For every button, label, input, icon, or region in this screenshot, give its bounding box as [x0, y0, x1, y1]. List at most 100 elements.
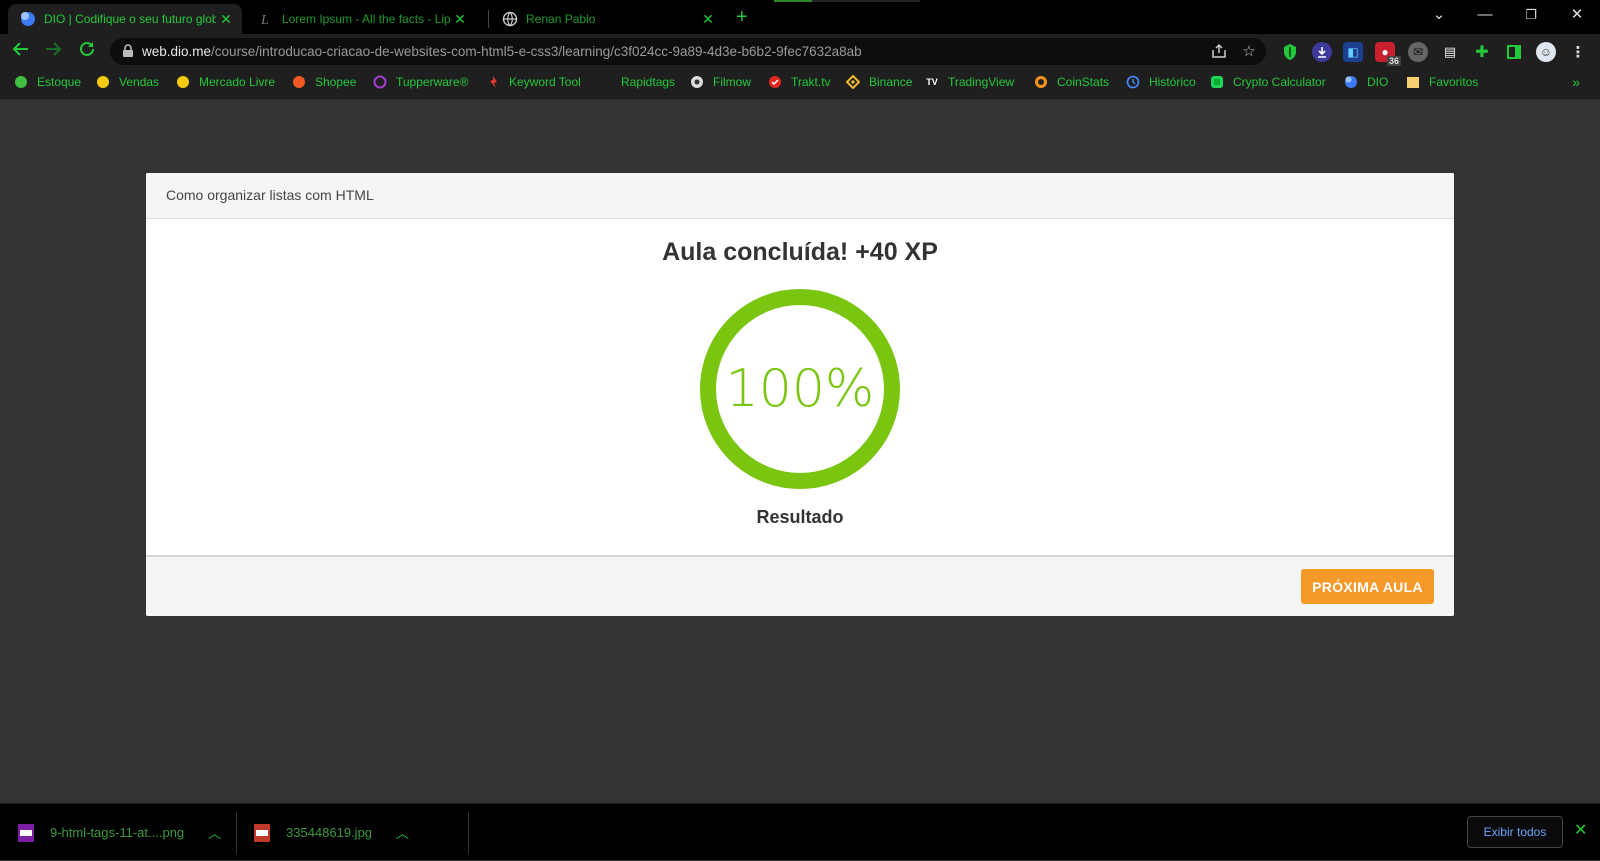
tab-lipsum[interactable]: L Lorem Ipsum - All the facts - Lip ✕ — [246, 4, 476, 34]
bookmark-filmow[interactable]: Filmow — [690, 75, 751, 89]
lipsum-icon: L — [258, 11, 274, 27]
bookmark-trakt[interactable]: Trakt.tv — [768, 75, 831, 89]
bookmark-label: Histórico — [1149, 75, 1196, 89]
yellow-circle-icon — [96, 75, 110, 89]
bookmark-label: Filmow — [713, 75, 751, 89]
bookmark-label: DIO — [1367, 75, 1389, 89]
downloads-bar: 9-html-tags-11-at....png ︿ 335448619.jpg… — [0, 803, 1600, 860]
share-icon[interactable] — [1210, 43, 1228, 61]
minimize-button[interactable]: — — [1462, 4, 1508, 26]
counter-extension-icon[interactable]: ● 36 — [1375, 42, 1401, 66]
tab-strip: DIO | Codifique o seu futuro glob ✕ L Lo… — [0, 0, 1600, 34]
close-tab-icon[interactable]: ✕ — [698, 11, 718, 28]
keyword-tool-icon — [486, 75, 500, 89]
tab-title: Lorem Ipsum - All the facts - Lip — [282, 12, 450, 26]
bookmark-binance[interactable]: Binance — [846, 75, 912, 89]
bookmark-vendas[interactable]: Vendas — [96, 75, 159, 89]
restore-button[interactable]: ❐ — [1508, 4, 1554, 26]
bookmark-label: Estoque — [37, 75, 82, 89]
bookmark-coinstats[interactable]: CoinStats — [1034, 75, 1109, 89]
sidebar-icon[interactable] — [1504, 42, 1524, 62]
bookmark-shopee[interactable]: Shopee — [292, 75, 356, 89]
crypto-calc-icon — [1210, 75, 1224, 89]
extensions-puzzle-icon[interactable]: ✚ — [1472, 42, 1492, 62]
close-tab-icon[interactable]: ✕ — [216, 11, 236, 28]
download-filename: 9-html-tags-11-at....png — [50, 825, 185, 840]
bookmark-label: CoinStats — [1057, 75, 1110, 89]
chevron-up-icon[interactable]: ︿ — [396, 823, 409, 842]
tab-indicator — [774, 0, 812, 2]
close-window-button[interactable]: ✕ — [1554, 4, 1600, 26]
shield-extension-icon[interactable] — [1280, 42, 1300, 62]
bookmark-label: Rapidtags — [621, 75, 676, 89]
bookmark-crypto-calculator[interactable]: Crypto Calculator — [1210, 75, 1326, 89]
download-item[interactable]: 335448619.jpg ︿ — [254, 804, 409, 861]
download-extension-icon[interactable] — [1312, 42, 1332, 62]
forward-button[interactable] — [42, 40, 64, 62]
dio-icon — [20, 11, 36, 27]
new-tab-button[interactable]: + — [736, 6, 748, 28]
tab-title: Renan Pablo — [526, 12, 596, 26]
chevron-double-right-icon[interactable]: » — [1572, 74, 1580, 90]
next-lesson-button[interactable]: PRÓXIMA AULA — [1301, 569, 1434, 604]
yellow-circle-icon — [176, 75, 190, 89]
close-downloads-icon[interactable]: ✕ — [1574, 820, 1587, 840]
lock-icon[interactable] — [122, 44, 136, 58]
url-path: /course/introducao-criacao-de-websites-c… — [211, 44, 862, 59]
bookmark-estoque[interactable]: Estoque — [14, 75, 81, 89]
url-text[interactable]: web.dio.me/course/introducao-criacao-de-… — [142, 44, 862, 59]
folder-icon — [1406, 75, 1420, 89]
binance-icon — [846, 75, 860, 89]
bookmark-tupperware[interactable]: Tupperware® — [373, 75, 468, 89]
download-separator — [468, 812, 469, 854]
tab-indicator — [812, 0, 920, 2]
browser-toolbar: web.dio.me/course/introducao-criacao-de-… — [0, 34, 1600, 68]
close-tab-icon[interactable]: ✕ — [450, 11, 470, 28]
orange-circle-icon — [292, 75, 306, 89]
bookmark-star-icon[interactable]: ☆ — [1240, 43, 1258, 61]
bookmark-historico[interactable]: Histórico — [1126, 75, 1196, 89]
green-circle-icon — [14, 75, 28, 89]
show-all-downloads-button[interactable]: Exibir todos — [1467, 816, 1563, 848]
blank-icon — [598, 75, 612, 89]
history-icon — [1126, 75, 1140, 89]
bookmark-label: Shopee — [315, 75, 357, 89]
bookmark-label: Tupperware® — [396, 75, 469, 89]
dio-icon — [1344, 75, 1358, 89]
bookmark-favoritos[interactable]: Favoritos — [1406, 75, 1478, 89]
lesson-footer: PRÓXIMA AULA — [146, 555, 1454, 616]
mask-extension-icon[interactable]: ✉ — [1408, 42, 1428, 62]
filmow-icon — [690, 75, 704, 89]
menu-kebab-icon[interactable]: ⋮ — [1568, 42, 1588, 62]
profile-avatar-icon[interactable]: ☺ — [1536, 42, 1556, 62]
back-button[interactable] — [10, 40, 32, 62]
chevron-up-icon[interactable]: ︿ — [208, 823, 221, 842]
svg-text:L: L — [260, 13, 269, 27]
progress-percent: 100% — [725, 359, 875, 419]
reload-button[interactable] — [76, 40, 98, 62]
reader-extension-icon[interactable]: ▤ — [1440, 42, 1460, 62]
tab-separator — [488, 10, 489, 28]
tab-extension-icon[interactable]: ◧ — [1343, 42, 1363, 62]
lesson-complete-card: Como organizar listas com HTML Aula conc… — [146, 173, 1454, 616]
url-host: web.dio.me — [142, 44, 212, 59]
lesson-result-body: Aula concluída! +40 XP 100% Resultado — [146, 219, 1454, 555]
address-bar[interactable]: web.dio.me/course/introducao-criacao-de-… — [110, 38, 1266, 65]
lesson-title: Como organizar listas com HTML — [146, 173, 1454, 219]
bookmark-dio[interactable]: DIO — [1344, 75, 1388, 89]
bookmark-label: Favoritos — [1429, 75, 1479, 89]
bookmark-tradingview[interactable]: TV TradingView — [925, 75, 1014, 89]
tab-search-icon[interactable]: ⌄ — [1416, 4, 1462, 26]
bookmark-mercado-livre[interactable]: Mercado Livre — [176, 75, 275, 89]
bookmark-label: Binance — [869, 75, 913, 89]
bookmark-keyword-tool[interactable]: Keyword Tool — [486, 75, 581, 89]
download-item[interactable]: 9-html-tags-11-at....png ︿ — [18, 804, 221, 861]
bookmark-rapidtags[interactable]: Rapidtags — [598, 75, 675, 89]
tab-renan[interactable]: Renan Pablo ✕ — [490, 4, 724, 34]
tab-title: DIO | Codifique o seu futuro glob — [44, 12, 216, 26]
extension-badge: 36 — [1386, 56, 1401, 66]
bookmark-label: TradingView — [948, 75, 1015, 89]
tab-dio[interactable]: DIO | Codifique o seu futuro glob ✕ — [8, 4, 242, 34]
result-label: Resultado — [756, 507, 844, 527]
bookmark-label: Vendas — [119, 75, 160, 89]
